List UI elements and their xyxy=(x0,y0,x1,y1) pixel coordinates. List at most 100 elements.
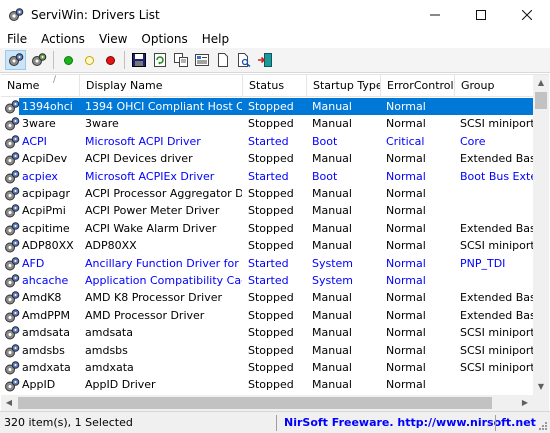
scroll-up-arrow-icon[interactable]: ▲ xyxy=(533,75,549,91)
cell-status: Started xyxy=(248,256,289,270)
driver-gears-icon xyxy=(4,360,20,376)
cell-startup: System xyxy=(312,256,354,270)
cell-name: 3ware xyxy=(22,117,56,131)
drivers-list[interactable]: Name ∕ Display Name Status Startup Type … xyxy=(1,74,549,411)
cell-group xyxy=(457,185,533,202)
scroll-left-arrow-icon[interactable]: ◀ xyxy=(1,395,17,411)
driver-gears-icon xyxy=(4,99,20,115)
cell-name: AcpiDev xyxy=(22,152,68,166)
table-row[interactable]: AcpiPmi ACPI Power Meter Driver Stopped Man… xyxy=(1,202,533,219)
maximize-button[interactable] xyxy=(458,0,504,30)
cell-status: Stopped xyxy=(248,117,294,131)
table-row[interactable]: AmdK8 AMD K8 Processor Driver Stopped Manua… xyxy=(1,289,533,306)
table-row[interactable]: 1394ohci 1394 OHCI Compliant Host C... Sto… xyxy=(1,98,533,116)
cell-display: Ancillary Function Driver for ... xyxy=(85,256,242,270)
cell-error: Normal xyxy=(386,291,426,305)
drivers-mode-button[interactable] xyxy=(28,50,49,70)
scroll-right-arrow-icon[interactable]: ▶ xyxy=(517,395,533,411)
driver-gears-icon xyxy=(4,308,20,324)
cell-error: Normal xyxy=(386,100,426,113)
resize-grip-icon[interactable] xyxy=(538,421,548,431)
cell-display: amdxata xyxy=(85,361,134,374)
close-button[interactable] xyxy=(504,0,550,30)
stop-button[interactable] xyxy=(100,50,121,70)
cell-status: Started xyxy=(248,169,289,183)
cell-display: ACPI Power Meter Driver xyxy=(85,204,220,218)
cell-group: SCSI miniport xyxy=(460,361,533,374)
yellow-circle-icon xyxy=(85,55,94,65)
cell-error: Normal xyxy=(386,361,426,374)
cell-startup: Manual xyxy=(312,117,352,131)
column-header-name[interactable]: Name xyxy=(1,75,80,97)
menu-view[interactable]: View xyxy=(92,30,134,48)
cell-name: 1394ohci xyxy=(22,100,73,113)
cell-name: ahcache xyxy=(22,274,69,287)
cell-error: Normal xyxy=(386,326,426,340)
cell-error: Normal xyxy=(386,274,426,287)
horizontal-scrollbar[interactable]: ◀ ▶ xyxy=(1,395,533,411)
table-row[interactable]: acpitime ACPI Wake Alarm Driver Stopped Man… xyxy=(1,220,533,237)
table-row[interactable]: acpiex Microsoft ACPIEx Driver Started Boot… xyxy=(1,168,533,185)
driver-gears-icon xyxy=(4,116,20,132)
minimize-button[interactable] xyxy=(412,0,458,30)
exit-button[interactable] xyxy=(254,50,275,70)
cell-status: Stopped xyxy=(248,378,294,392)
copy-button[interactable] xyxy=(170,50,191,70)
cell-error: Normal xyxy=(386,117,426,131)
column-header-startup-type[interactable]: Startup Type xyxy=(307,75,381,97)
gears-icon xyxy=(8,53,23,66)
cell-name: acpitime xyxy=(22,221,70,235)
table-row[interactable]: AppID AppID Driver Stopped Manual Normal xyxy=(1,376,533,393)
table-row[interactable]: ACPI Microsoft ACPI Driver Started Boot Crit… xyxy=(1,133,533,150)
driver-gears-icon xyxy=(4,256,20,272)
start-button[interactable] xyxy=(58,50,79,70)
gears-app-icon xyxy=(9,8,24,21)
refresh-button[interactable] xyxy=(149,50,170,70)
green-circle-icon xyxy=(64,55,73,65)
cell-startup: Manual xyxy=(312,152,352,166)
table-row[interactable]: acpipagr ACPI Processor Aggregator Dr... S… xyxy=(1,185,533,202)
services-mode-button[interactable] xyxy=(5,50,26,70)
menu-options[interactable]: Options xyxy=(134,30,194,48)
column-header-errorcontrol[interactable]: ErrorControl xyxy=(381,75,455,97)
column-header-status[interactable]: Status xyxy=(243,75,307,97)
cell-error: Normal xyxy=(386,308,426,322)
nirsoft-link[interactable]: NirSoft Freeware. http://www.nirsoft.net xyxy=(284,416,536,429)
cell-startup: Manual xyxy=(312,308,352,322)
table-row[interactable]: amdsata amdsata Stopped Manual Normal SCSI mi… xyxy=(1,324,533,341)
menu-file[interactable]: File xyxy=(0,30,34,48)
horizontal-scroll-thumb[interactable] xyxy=(18,397,492,409)
driver-gears-icon xyxy=(4,186,20,202)
red-circle-icon xyxy=(106,55,115,65)
cell-startup: Manual xyxy=(312,204,352,218)
cell-group xyxy=(457,272,533,289)
menu-help[interactable]: Help xyxy=(195,30,236,48)
html-report-button[interactable] xyxy=(212,50,233,70)
table-row[interactable]: 3ware 3ware Stopped Manual Normal SCSI minipo… xyxy=(1,115,533,132)
scroll-down-arrow-icon[interactable]: ▼ xyxy=(533,379,549,395)
cell-display: Microsoft ACPI Driver xyxy=(85,134,201,148)
table-row[interactable]: ahcache Application Compatibility Cac... S… xyxy=(1,272,533,289)
cell-status: Stopped xyxy=(248,326,294,340)
item-count-text: 320 item(s), 1 Selected xyxy=(4,416,133,429)
maximize-icon xyxy=(476,10,486,20)
table-row[interactable]: ADP80XX ADP80XX Stopped Manual Normal SCSI mi… xyxy=(1,237,533,254)
menu-actions[interactable]: Actions xyxy=(34,30,92,48)
cell-name: amdsata xyxy=(22,326,70,340)
vertical-scrollbar[interactable]: ▲ ▼ xyxy=(533,75,549,395)
properties-button[interactable] xyxy=(191,50,212,70)
column-header-label: Group xyxy=(461,79,495,92)
cell-status: Stopped xyxy=(248,204,294,218)
pause-button[interactable] xyxy=(79,50,100,70)
table-row[interactable]: AmdPPM AMD Processor Driver Stopped Manual N… xyxy=(1,307,533,324)
table-row[interactable]: amdxata amdxata Stopped Manual Normal SCSI mi… xyxy=(1,359,533,376)
table-row[interactable]: AcpiDev ACPI Devices driver Stopped Manual N… xyxy=(1,150,533,167)
table-row[interactable]: AFD Ancillary Function Driver for ... Star… xyxy=(1,255,533,272)
save-button[interactable] xyxy=(128,50,149,70)
find-button[interactable] xyxy=(233,50,254,70)
column-header-group[interactable]: Group xyxy=(455,75,533,97)
vertical-scroll-thumb[interactable] xyxy=(535,92,547,109)
table-row[interactable]: amdsbs amdsbs Stopped Manual Normal SCSI mini… xyxy=(1,342,533,359)
column-header-display-name[interactable]: Display Name xyxy=(80,75,243,97)
cell-startup: Manual xyxy=(312,100,352,113)
